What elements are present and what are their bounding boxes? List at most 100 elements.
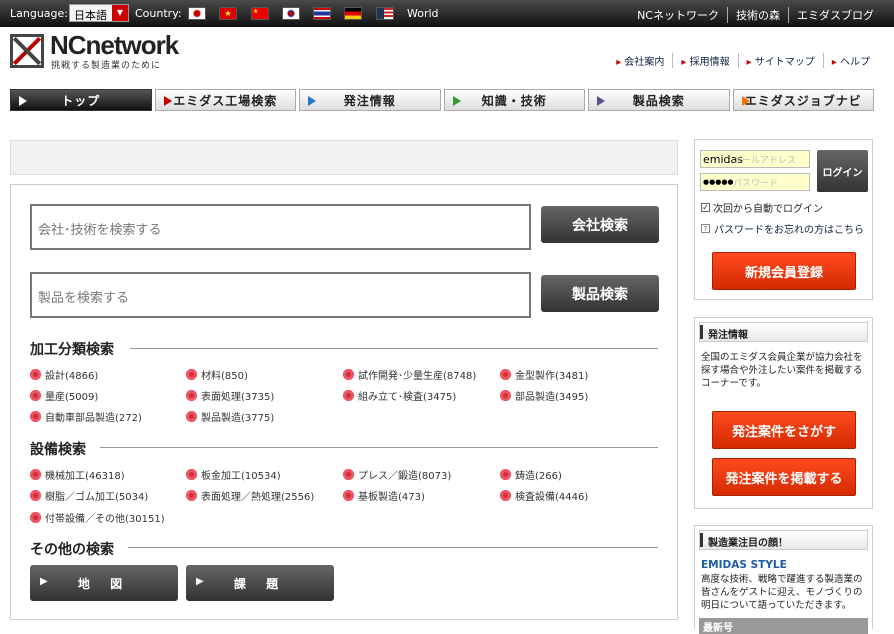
- tab-label: 製品検索: [632, 93, 685, 108]
- equipment-link[interactable]: 表面処理／熱処理(2556): [186, 488, 314, 503]
- company-info-link[interactable]: 会社案内: [608, 53, 672, 68]
- thailand-flag-icon[interactable]: [313, 7, 331, 20]
- forgot-password-link[interactable]: ? パスワードをお忘れの方はこちら: [701, 221, 864, 236]
- tab-top[interactable]: トップ: [10, 89, 152, 111]
- top-bar: Language: 日本語 ▼ Country: ★ ★ World NCネットワ…: [0, 0, 894, 27]
- post-order-button[interactable]: 発注案件を掲載する: [712, 458, 856, 496]
- email-placeholder: メールアドレス: [733, 156, 797, 166]
- order-info-panel: 発注情報 全国のエミダス会員企業が協力会社を探す場合や外注したい案件を掲載するコ…: [694, 317, 873, 509]
- logo-text: NCnetwork: [50, 30, 179, 60]
- category-link[interactable]: 製品製造(3775): [186, 409, 274, 424]
- equipment-link[interactable]: プレス／鍛造(8073): [343, 467, 451, 482]
- find-order-button[interactable]: 発注案件をさがす: [712, 411, 856, 449]
- arrow-icon: [741, 96, 750, 106]
- ncnetwork-link[interactable]: NCネットワーク: [629, 7, 727, 23]
- login-panel: emidas メールアドレス ●●●●● パスワード ログイン ✓ 次回から自動でログ…: [694, 139, 873, 300]
- company-search-input[interactable]: 会社･技術を検索する: [30, 204, 531, 250]
- japan-flag-icon[interactable]: [188, 7, 206, 20]
- world-link[interactable]: World: [407, 7, 439, 20]
- tab-label: エミダスジョブナビ: [744, 93, 862, 108]
- emidas-style-link[interactable]: EMIDAS STYLE: [701, 559, 787, 571]
- category-link[interactable]: 組み立て･検査(3475): [343, 388, 456, 403]
- password-value: ●●●●●: [703, 178, 734, 186]
- category-link[interactable]: 金型製作(3481): [500, 367, 588, 382]
- divider: [130, 348, 658, 349]
- arrow-icon: [308, 96, 316, 106]
- main-nav: トップ エミダス工場検索 発注情報 知識・技術 製品検索 エミダスジョブナビ: [10, 89, 874, 112]
- tab-label: トップ: [61, 93, 101, 108]
- button-label: 地 図: [77, 576, 131, 591]
- tab-label: 発注情報: [343, 93, 396, 108]
- section-title-processing: 加工分類検索: [30, 342, 114, 358]
- latest-issue-bar: 最新号: [699, 618, 868, 634]
- equipment-link[interactable]: 付帯設備／その他(30151): [30, 510, 165, 525]
- equipment-link[interactable]: 機械加工(46318): [30, 467, 125, 482]
- germany-flag-icon[interactable]: [344, 7, 362, 20]
- equipment-link[interactable]: 板金加工(10534): [186, 467, 281, 482]
- question-icon: ?: [701, 224, 710, 233]
- tab-job-navi[interactable]: エミダスジョブナビ: [732, 89, 874, 111]
- emidas-blog-link[interactable]: エミダスブログ: [788, 7, 882, 23]
- map-search-button[interactable]: ▶ 地 図: [30, 565, 178, 601]
- usa-flag-icon[interactable]: [376, 7, 394, 20]
- arrow-icon: [452, 96, 461, 106]
- sitemap-link[interactable]: サイトマップ: [737, 53, 823, 68]
- equipment-link[interactable]: 樹脂／ゴム加工(5034): [30, 488, 148, 503]
- product-search-input[interactable]: 製品を検索する: [30, 272, 531, 318]
- tab-knowledge[interactable]: 知識・技術: [443, 89, 585, 111]
- help-link[interactable]: ヘルプ: [822, 53, 878, 68]
- order-info-text: 全国のエミダス会員企業が協力会社を探す場合や外注したい案件を掲載するコーナーです…: [701, 352, 863, 389]
- gijutsu-no-mori-link[interactable]: 技術の森: [727, 7, 788, 23]
- korea-flag-icon[interactable]: [282, 7, 300, 20]
- category-link[interactable]: 試作開発･少量生産(8748): [343, 367, 476, 382]
- divider: [100, 447, 658, 448]
- equipment-link[interactable]: 検査設備(4446): [500, 488, 588, 503]
- arrow-icon: [597, 96, 605, 106]
- language-select[interactable]: 日本語 ▼: [69, 4, 129, 22]
- email-field[interactable]: emidas メールアドレス: [700, 150, 810, 168]
- button-label: 課 題: [233, 576, 287, 591]
- tab-product-search[interactable]: 製品検索: [588, 89, 730, 111]
- language-label: Language:: [10, 7, 68, 20]
- tab-label: 知識・技術: [481, 93, 547, 108]
- tab-label: エミダス工場検索: [173, 93, 278, 108]
- section-title-other: その他の検索: [30, 542, 114, 558]
- site-logo[interactable]: NCnetwork 挑戦する製造業のために: [10, 30, 185, 72]
- tab-factory-search[interactable]: エミダス工場検索: [154, 89, 296, 111]
- feature-heading: 製造業注目の顔！: [699, 530, 868, 550]
- register-button[interactable]: 新規会員登録: [712, 252, 856, 290]
- forgot-password-label: パスワードをお忘れの方はこちら: [714, 225, 864, 236]
- arrow-icon: [19, 96, 27, 106]
- password-field[interactable]: ●●●●● パスワード: [700, 173, 810, 191]
- play-icon: ▶: [196, 576, 204, 587]
- logo-mark-icon: [10, 34, 44, 68]
- category-link[interactable]: 設計(4866): [30, 367, 98, 382]
- top-links: NCネットワーク 技術の森 エミダスブログ: [629, 7, 882, 23]
- tab-order-info[interactable]: 発注情報: [299, 89, 441, 111]
- product-search-button[interactable]: 製品検索: [541, 275, 659, 312]
- issue-search-button[interactable]: ▶ 課 題: [186, 565, 334, 601]
- order-info-heading: 発注情報: [699, 322, 868, 342]
- vietnam-flag-icon[interactable]: ★: [219, 7, 237, 20]
- auto-login-checkbox[interactable]: ✓ 次回から自動でログイン: [701, 200, 823, 215]
- china-flag-icon[interactable]: ★: [251, 7, 269, 20]
- arrow-icon: [163, 96, 172, 106]
- logo-tagline: 挑戦する製造業のために: [51, 61, 162, 71]
- category-link[interactable]: 表面処理(3735): [186, 388, 274, 403]
- equipment-link[interactable]: 鋳造(266): [500, 467, 562, 482]
- category-link[interactable]: 部品製造(3495): [500, 388, 588, 403]
- category-link[interactable]: 自動車部品製造(272): [30, 409, 142, 424]
- feature-text: 高度な技術、戦略で躍進する製造業の皆さんをゲストに迎え、モノづくりの明日について…: [701, 574, 863, 611]
- equipment-link[interactable]: 基板製造(473): [343, 488, 425, 503]
- category-link[interactable]: 量産(5009): [30, 388, 98, 403]
- login-button[interactable]: ログイン: [817, 150, 868, 192]
- notice-bar: [10, 140, 678, 175]
- category-link[interactable]: 材料(850): [186, 367, 248, 382]
- header-links: 会社案内 採用情報 サイトマップ ヘルプ: [608, 53, 878, 68]
- play-icon: ▶: [40, 576, 48, 587]
- company-search-button[interactable]: 会社検索: [541, 206, 659, 243]
- language-value: 日本語: [74, 9, 107, 22]
- section-title-equipment: 設備検索: [30, 442, 86, 458]
- auto-login-label: 次回から自動でログイン: [713, 204, 823, 215]
- recruit-link[interactable]: 採用情報: [672, 53, 737, 68]
